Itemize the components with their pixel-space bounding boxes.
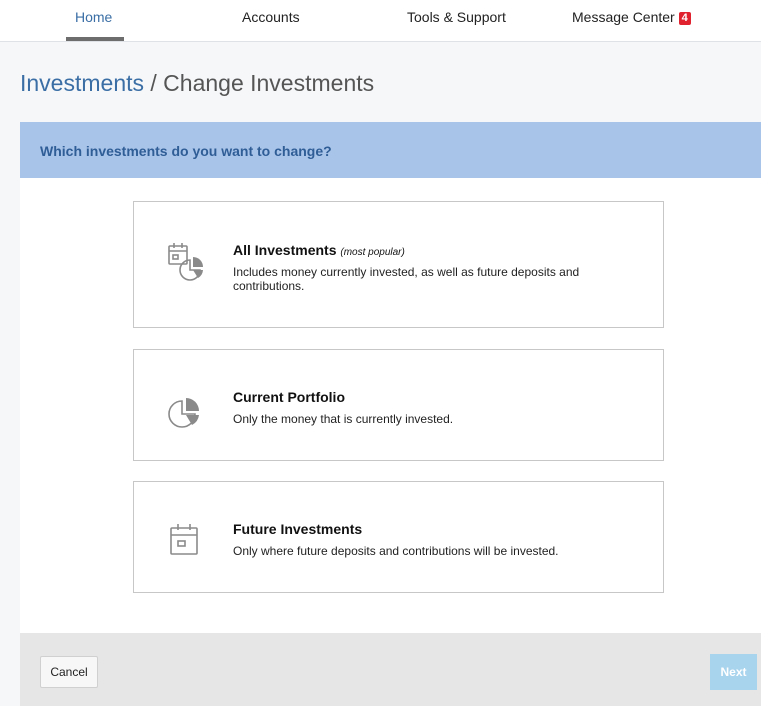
option-note: (most popular) <box>340 247 405 258</box>
next-button[interactable]: Next <box>710 654 757 690</box>
pie-chart-icon <box>165 393 205 438</box>
nav-message-center[interactable]: Message Center 4 <box>572 9 691 25</box>
option-future-investments[interactable]: Future Investments Only where future dep… <box>133 481 664 593</box>
option-description: Includes money currently invested, as we… <box>233 265 580 293</box>
option-description: Only the money that is currently investe… <box>233 412 454 426</box>
question-bar: Which investments do you want to change? <box>20 122 761 178</box>
nav-home[interactable]: Home <box>75 9 112 25</box>
cancel-button[interactable]: Cancel <box>40 656 98 688</box>
option-title: Future Investments <box>233 521 363 537</box>
message-count-badge: 4 <box>678 12 691 25</box>
nav-accounts[interactable]: Accounts <box>242 9 300 25</box>
option-title-text: All Investments <box>233 242 337 258</box>
option-current-portfolio[interactable]: Current Portfolio Only the money that is… <box>133 349 664 461</box>
active-tab-indicator <box>66 37 124 41</box>
breadcrumb-separator: / <box>144 70 164 96</box>
option-title: Current Portfolio <box>233 389 345 405</box>
question-text: Which investments do you want to change? <box>40 143 332 159</box>
footer-bar: Cancel Next <box>20 633 761 706</box>
page-title-current: Change Investments <box>163 70 375 96</box>
option-title: All Investments (most popular) <box>233 242 405 258</box>
content-panel: Which investments do you want to change?… <box>20 122 761 633</box>
top-navigation: Home Accounts Tools & Support Message Ce… <box>0 0 761 42</box>
option-description: Only where future deposits and contribut… <box>233 544 559 558</box>
calendar-icon <box>165 522 205 567</box>
calendar-pie-icon <box>165 241 209 290</box>
nav-tools-support[interactable]: Tools & Support <box>407 9 506 25</box>
breadcrumb-investments-link[interactable]: Investments <box>20 70 144 96</box>
page-title: Investments / Change Investments <box>20 70 374 97</box>
nav-message-center-label: Message Center <box>572 9 675 25</box>
option-all-investments[interactable]: All Investments (most popular) Includes … <box>133 201 664 328</box>
